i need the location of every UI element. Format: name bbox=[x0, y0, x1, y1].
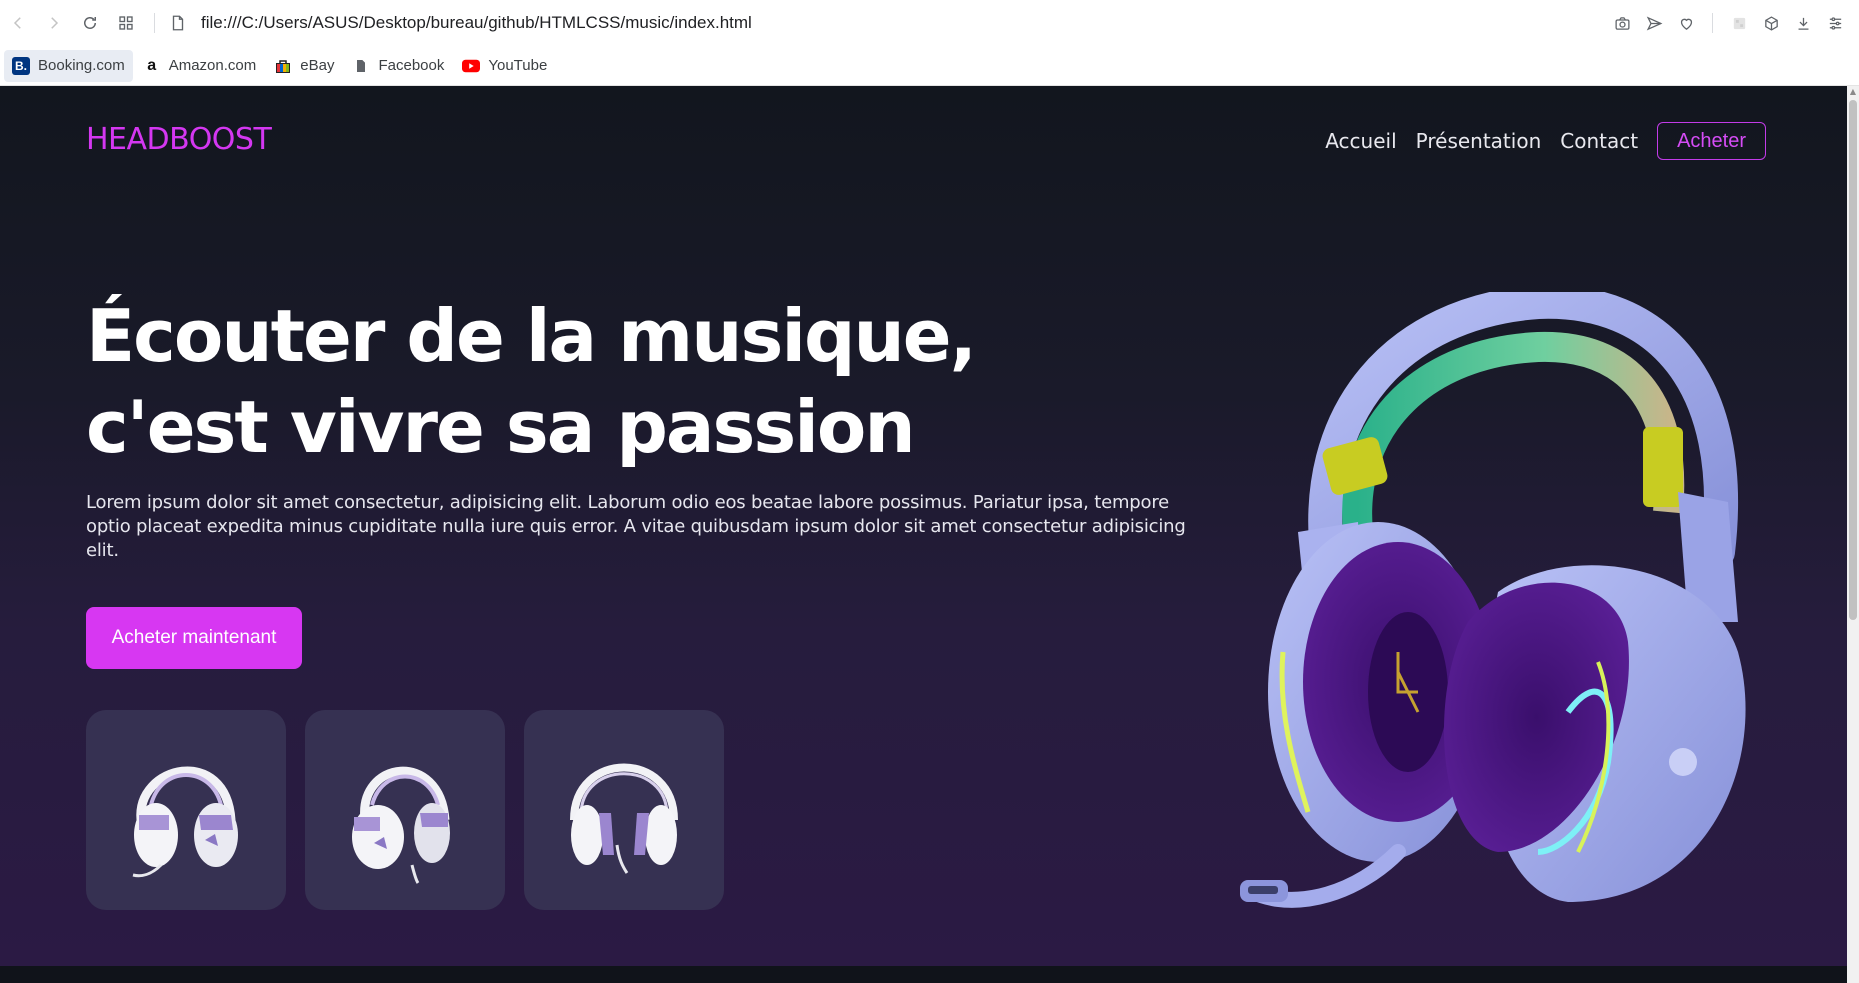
toolbar-separator bbox=[154, 13, 155, 33]
send-icon bbox=[1646, 16, 1662, 30]
hero-paragraph: Lorem ipsum dolor sit amet consectetur, … bbox=[86, 492, 1186, 561]
heart-icon bbox=[1680, 18, 1692, 30]
site-logo[interactable]: HEADBOOST bbox=[86, 122, 272, 157]
settings-button[interactable] bbox=[1819, 7, 1851, 39]
scrollbar-thumb[interactable] bbox=[1849, 100, 1857, 620]
sliders-icon bbox=[1829, 16, 1841, 30]
bookmark-ebay[interactable]: eBay bbox=[266, 50, 342, 82]
main-nav: Accueil Présentation Contact Acheter bbox=[1306, 122, 1766, 160]
address-bar[interactable]: file:///C:/Users/ASUS/Desktop/bureau/git… bbox=[165, 7, 1606, 39]
reload-icon bbox=[84, 17, 96, 29]
scroll-up-icon[interactable]: ▲ bbox=[1849, 88, 1857, 96]
product-thumbnails bbox=[86, 710, 743, 910]
headphones-icon bbox=[352, 766, 450, 884]
extension-icon bbox=[1733, 17, 1745, 29]
snapshot-button[interactable] bbox=[1606, 7, 1638, 39]
nav-link-contact[interactable]: Contact bbox=[1560, 129, 1638, 153]
download-icon bbox=[1798, 17, 1808, 30]
page-viewport: HEADBOOST Accueil Présentation Contact A… bbox=[0, 86, 1847, 966]
page-scrollbar[interactable]: ▲ bbox=[1847, 86, 1859, 983]
bookmark-label: Amazon.com bbox=[168, 57, 257, 74]
forward-button[interactable] bbox=[36, 5, 72, 41]
product-thumbnail-3[interactable] bbox=[524, 710, 724, 910]
toolbar-separator bbox=[1712, 13, 1713, 33]
document-icon bbox=[352, 57, 370, 75]
url-text[interactable]: file:///C:/Users/ASUS/Desktop/bureau/git… bbox=[201, 13, 752, 33]
chevron-right-icon bbox=[51, 17, 59, 29]
hero-title: Écouter de la musique, c'est vivre sa pa… bbox=[86, 291, 1086, 473]
bookmark-label: eBay bbox=[300, 57, 335, 74]
downloads-button[interactable] bbox=[1787, 7, 1819, 39]
bookmark-label: Booking.com bbox=[38, 57, 125, 74]
back-button[interactable] bbox=[0, 5, 36, 41]
product-thumbnail-1[interactable] bbox=[86, 710, 286, 910]
cube-icon bbox=[1764, 15, 1778, 31]
hero-title-line-1: Écouter de la musique, bbox=[86, 294, 977, 378]
booking-icon: B. bbox=[12, 56, 30, 75]
bookmarks-bar: B. Booking.com a Amazon.com eBay Faceboo… bbox=[0, 46, 1859, 86]
headphones-icon bbox=[132, 766, 238, 878]
bookmark-booking[interactable]: B. Booking.com bbox=[4, 49, 133, 82]
nav-link-presentation[interactable]: Présentation bbox=[1416, 129, 1542, 153]
product-thumbnail-2[interactable] bbox=[305, 710, 505, 910]
browser-toolbar: file:///C:/Users/ASUS/Desktop/bureau/git… bbox=[0, 0, 1859, 46]
toolbar-actions bbox=[1606, 7, 1859, 39]
bookmark-youtube[interactable]: YouTube bbox=[454, 50, 555, 82]
bookmark-label: Facebook bbox=[378, 57, 445, 74]
ebay-icon bbox=[274, 57, 292, 75]
favorite-button[interactable] bbox=[1670, 7, 1702, 39]
bookmark-amazon[interactable]: a Amazon.com bbox=[135, 50, 265, 82]
nav-link-accueil[interactable]: Accueil bbox=[1325, 129, 1396, 153]
reload-button[interactable] bbox=[72, 5, 108, 41]
headphones-icon bbox=[570, 763, 678, 874]
buy-now-button[interactable]: Acheter maintenant bbox=[86, 607, 302, 669]
amazon-icon: a bbox=[147, 56, 157, 74]
chevron-left-icon bbox=[13, 17, 21, 29]
buy-button[interactable]: Acheter bbox=[1657, 122, 1766, 160]
send-button[interactable] bbox=[1638, 7, 1670, 39]
page-footer-strip bbox=[0, 966, 1847, 983]
file-icon bbox=[172, 15, 184, 31]
bookmark-label: YouTube bbox=[488, 57, 548, 74]
grid-icon bbox=[119, 16, 133, 30]
youtube-icon bbox=[462, 57, 481, 75]
hero-title-line-2: c'est vivre sa passion bbox=[86, 385, 916, 469]
hero-headset-image bbox=[1240, 292, 1746, 908]
tabs-grid-button[interactable] bbox=[108, 5, 144, 41]
cube-button[interactable] bbox=[1755, 7, 1787, 39]
bookmark-facebook[interactable]: Facebook bbox=[344, 50, 452, 82]
extension-button[interactable] bbox=[1723, 7, 1755, 39]
camera-icon bbox=[1614, 16, 1630, 30]
